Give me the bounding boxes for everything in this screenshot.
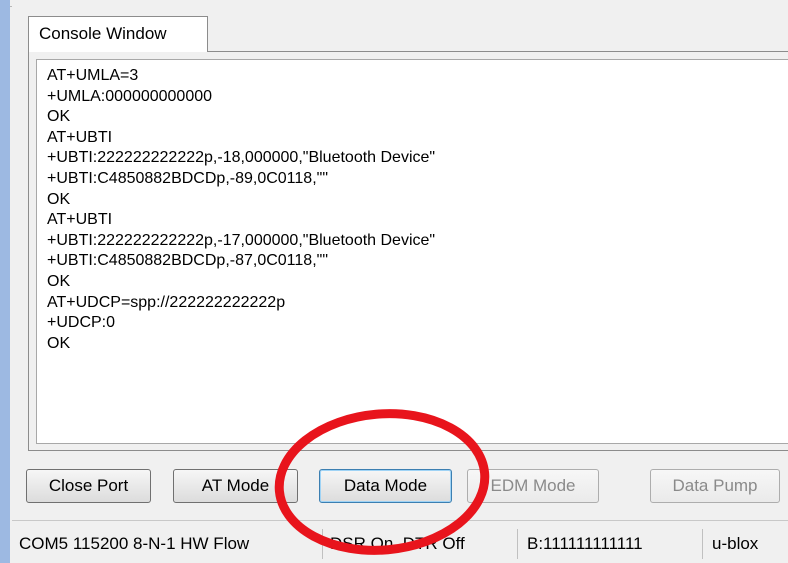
tab-label: Console Window [39, 24, 167, 43]
status-bt-address: B:111111111111 [527, 534, 643, 553]
console-line: OK [47, 108, 71, 126]
status-port-settings: COM5 115200 8-N-1 HW Flow [19, 534, 250, 553]
status-divider [517, 529, 518, 559]
window-edge [0, 0, 10, 563]
console-line: +UBTI:222222222222p,-18,000000,"Bluetoot… [47, 149, 436, 167]
status-divider [322, 529, 323, 559]
console-line: AT+UMLA=3 [47, 67, 139, 84]
console-line: +UBTI:C4850882BDCDp,-89,0C0118,"" [47, 169, 328, 187]
tab-console-window[interactable]: Console Window [28, 16, 208, 52]
status-vendor: u-blox [712, 534, 759, 553]
console-line: AT+UBTI [47, 128, 113, 146]
console-line: +UDCP:0 [47, 314, 116, 332]
close-port-button[interactable]: Close Port [26, 469, 151, 503]
console-line: AT+UBTI [47, 211, 113, 229]
status-bar: COM5 115200 8-N-1 HW Flow DSR On, DTR Of… [12, 520, 788, 563]
at-mode-button[interactable]: AT Mode [173, 469, 298, 503]
console-output[interactable]: AT+UMLA=3 +UMLA:000000000000 OK AT+UBTI +UBT… [36, 59, 788, 444]
status-divider [702, 529, 703, 559]
console-line: +UBTI:222222222222p,-17,000000,"Bluetoot… [47, 231, 436, 249]
console-line: OK [47, 334, 71, 352]
console-line: +UMLA:000000000000 [47, 87, 213, 105]
console-line: OK [47, 272, 71, 290]
status-dsr-dtr: DSR On, DTR Off [330, 534, 465, 553]
data-mode-button[interactable]: Data Mode [319, 469, 452, 503]
console-line: +UBTI:C4850882BDCDp,-87,0C0118,"" [47, 252, 328, 270]
data-pump-button[interactable]: Data Pump [650, 469, 780, 503]
edm-mode-button[interactable]: EDM Mode [467, 469, 599, 503]
console-line: AT+UDCP=spp://222222222222p [47, 293, 286, 311]
console-line: OK [47, 190, 71, 208]
